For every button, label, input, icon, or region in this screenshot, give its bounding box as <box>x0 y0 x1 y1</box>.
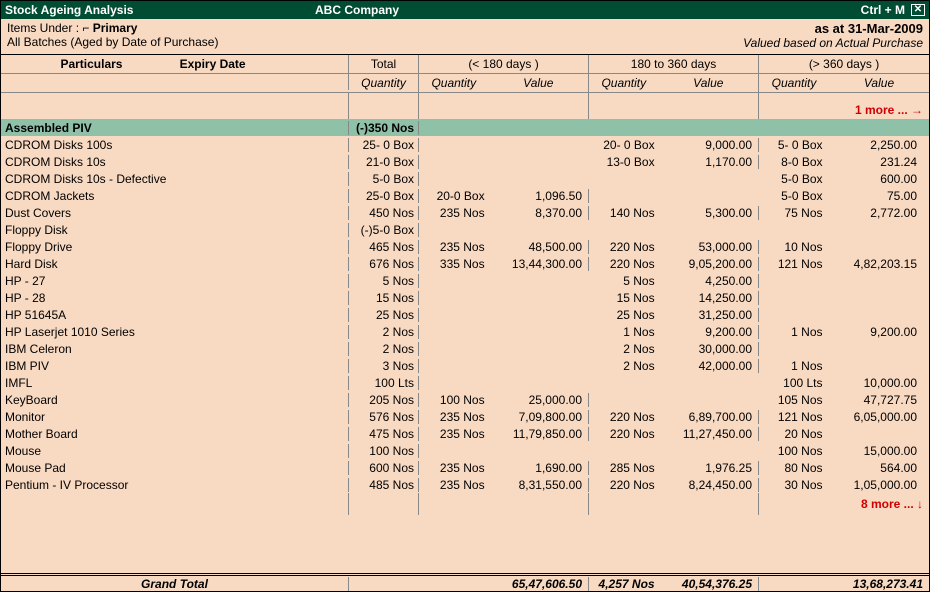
company-name: ABC Company <box>315 3 861 17</box>
grand-total-row: Grand Total 65,47,606.50 4,257 Nos40,54,… <box>1 573 929 591</box>
col-g1-val: Value <box>489 74 588 92</box>
report-title: Stock Ageing Analysis <box>5 3 315 17</box>
table-row[interactable]: Dust Covers450 Nos235 Nos8,370.00140 Nos… <box>1 204 929 221</box>
table-row[interactable]: KeyBoard205 Nos100 Nos25,000.00105 Nos47… <box>1 391 929 408</box>
col-total[interactable]: Total <box>349 55 419 73</box>
table-row[interactable]: Mouse100 Nos100 Nos15,000.00 <box>1 442 929 459</box>
table-row[interactable]: Mouse Pad600 Nos235 Nos1,690.00285 Nos1,… <box>1 459 929 476</box>
as-at-date: as at 31-Mar-2009 <box>743 21 923 36</box>
table-row[interactable]: Monitor576 Nos235 Nos7,09,800.00220 Nos6… <box>1 408 929 425</box>
col-group-lt180[interactable]: (< 180 days ) <box>419 55 589 73</box>
report-frame: Stock Ageing Analysis ABC Company Ctrl +… <box>0 0 930 592</box>
col-g2-val: Value <box>659 74 758 92</box>
valuation-basis: Valued based on Actual Purchase <box>743 36 923 50</box>
col-g2-qty: Quantity <box>589 74 659 92</box>
col-expiry-date[interactable]: Expiry Date <box>180 57 343 71</box>
batches-line: All Batches (Aged by Date of Purchase) <box>7 35 743 49</box>
table-row[interactable]: CDROM Jackets25-0 Box20-0 Box1,096.505-0… <box>1 187 929 204</box>
close-button[interactable]: ✕ <box>911 4 925 16</box>
col-particulars[interactable]: Particulars <box>7 57 177 71</box>
table-row[interactable]: IBM PIV3 Nos2 Nos42,000.001 Nos <box>1 357 929 374</box>
more-columns-indicator[interactable]: 1 more ... → <box>1 93 929 119</box>
table-row[interactable]: CDROM Disks 100s25- 0 Box20- 0 Box9,000.… <box>1 136 929 153</box>
group-row[interactable]: Assembled PIV (-)350 Nos <box>1 119 929 136</box>
table-row[interactable]: HP - 275 Nos5 Nos4,250.00 <box>1 272 929 289</box>
table-row[interactable]: HP - 2815 Nos15 Nos14,250.00 <box>1 289 929 306</box>
header-row-2: Quantity Quantity Value Quantity Value Q… <box>1 74 929 93</box>
shortcut-label: Ctrl + M <box>861 3 905 17</box>
table-row[interactable]: Floppy Disk(-)5-0 Box <box>1 221 929 238</box>
col-group-180-360[interactable]: 180 to 360 days <box>589 55 759 73</box>
table-row[interactable]: Hard Disk676 Nos335 Nos13,44,300.00220 N… <box>1 255 929 272</box>
items-under-label: Items Under : <box>7 21 79 35</box>
table-row[interactable]: Floppy Drive465 Nos235 Nos48,500.00220 N… <box>1 238 929 255</box>
table-row[interactable]: CDROM Disks 10s21-0 Box13-0 Box1,170.008… <box>1 153 929 170</box>
table-row[interactable]: CDROM Disks 10s - Defective5-0 Box5-0 Bo… <box>1 170 929 187</box>
col-g3-val: Value <box>829 74 929 92</box>
more-rows-indicator[interactable]: 8 more ... ↓ <box>1 493 929 515</box>
col-group-gt360[interactable]: (> 360 days ) <box>759 55 929 73</box>
col-g1-qty: Quantity <box>419 74 489 92</box>
col-g3-qty: Quantity <box>759 74 829 92</box>
titlebar: Stock Ageing Analysis ABC Company Ctrl +… <box>1 1 929 19</box>
items-under-marker: ⌐ <box>82 21 89 35</box>
header-row-1: Particulars Expiry Date Total (< 180 day… <box>1 55 929 74</box>
table-row[interactable]: IBM Celeron2 Nos2 Nos30,000.00 <box>1 340 929 357</box>
meta-bar: Items Under : ⌐ Primary All Batches (Age… <box>1 19 929 55</box>
table-row[interactable]: HP Laserjet 1010 Series2 Nos1 Nos9,200.0… <box>1 323 929 340</box>
items-under-value[interactable]: Primary <box>93 21 138 35</box>
table-row[interactable]: Pentium - IV Processor485 Nos235 Nos8,31… <box>1 476 929 493</box>
table-row[interactable]: HP 51645A25 Nos25 Nos31,250.00 <box>1 306 929 323</box>
report-body: 1 more ... → Assembled PIV (-)350 Nos CD… <box>1 93 929 573</box>
table-row[interactable]: IMFL100 Lts100 Lts10,000.00 <box>1 374 929 391</box>
col-total-qty: Quantity <box>349 74 419 92</box>
table-row[interactable]: Mother Board475 Nos235 Nos11,79,850.0022… <box>1 425 929 442</box>
